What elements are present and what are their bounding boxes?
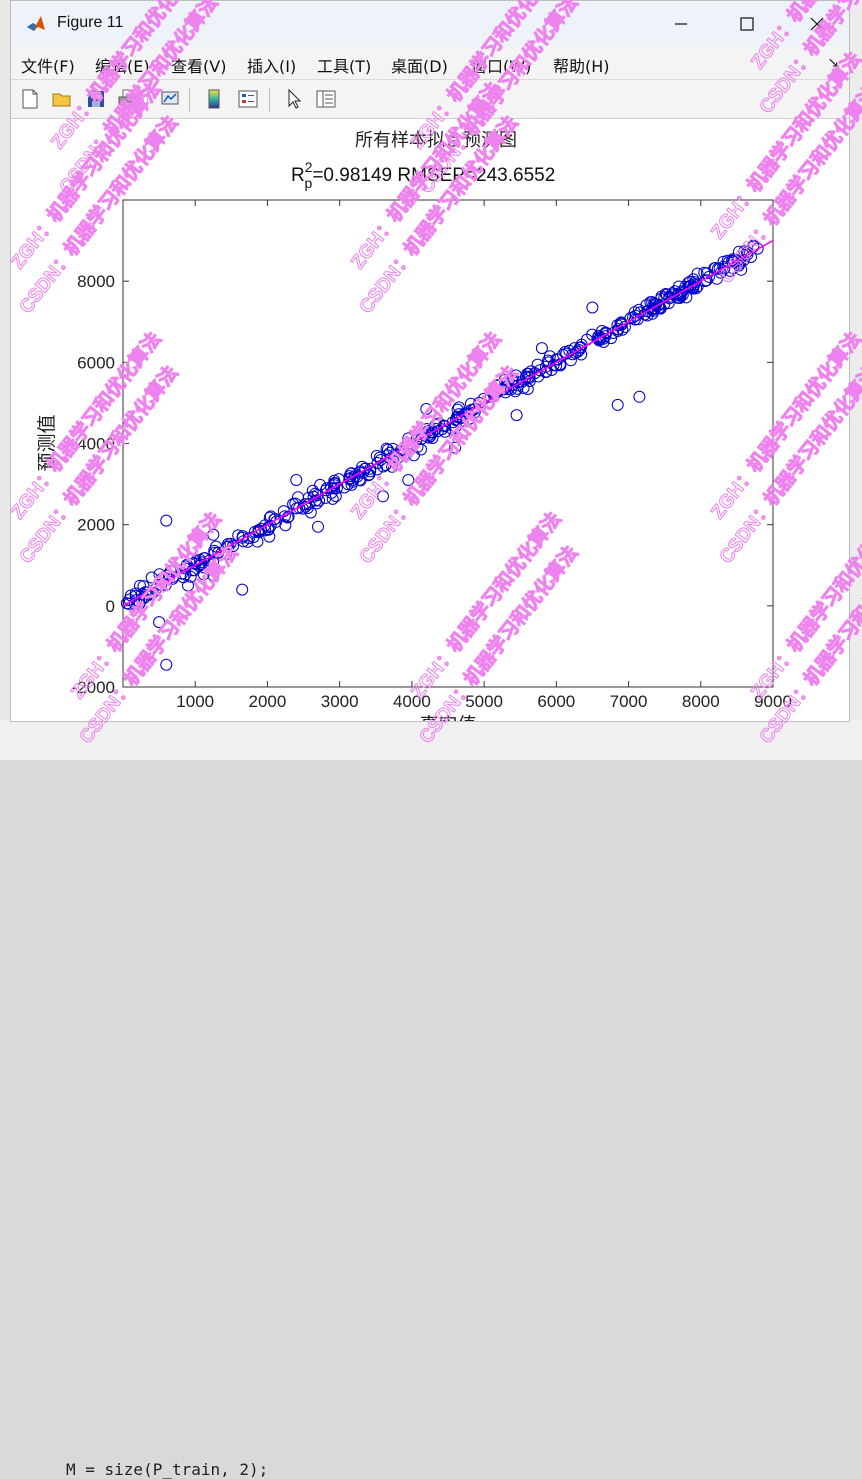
plot-area	[122, 199, 774, 688]
x-tick-label: 9000	[754, 692, 792, 711]
x-tick-label: 3000	[321, 692, 359, 711]
y-tick-label: -2000	[72, 678, 115, 697]
y-axis-label: 预测值	[36, 414, 58, 471]
menu-tools[interactable]: 工具(T)	[317, 53, 371, 77]
background-editor-strip-right	[850, 0, 862, 760]
y-tick-label: 0	[106, 597, 115, 616]
menu-help[interactable]: 帮助(H)	[553, 53, 610, 77]
x-tick-label: 7000	[610, 692, 648, 711]
menu-view[interactable]: 查看(V)	[171, 53, 226, 77]
chart-subtitle: R2 p=0.98149 RMSEP=243.6552	[291, 159, 555, 191]
property-inspector-button[interactable]	[313, 86, 339, 112]
chart-title: 所有样本拟合预测图	[355, 130, 517, 150]
close-icon	[810, 17, 824, 31]
toolbar	[11, 80, 849, 119]
x-tick-label: 6000	[537, 692, 575, 711]
figure-canvas: 所有样本拟合预测图 R2 p=0.98149 RMSEP=243.6552 100…	[11, 119, 849, 722]
insert-legend-icon	[238, 90, 258, 108]
x-tick-label: 8000	[682, 692, 720, 711]
window-title: Figure 11	[57, 14, 124, 31]
maximize-icon	[740, 17, 754, 31]
x-tick-label: 5000	[465, 692, 503, 711]
property-inspector-icon	[316, 90, 336, 108]
minimize-icon	[675, 23, 687, 25]
y-tick-label: 6000	[77, 353, 115, 372]
open-button[interactable]	[49, 86, 75, 112]
y-tick-label: 4000	[77, 435, 115, 454]
save-button[interactable]	[83, 86, 109, 112]
background-editor-area: M = size(P_train, 2);	[0, 720, 862, 1479]
link-plot-button[interactable]	[157, 86, 183, 112]
maximize-button[interactable]	[727, 9, 767, 39]
new-figure-icon	[22, 89, 38, 109]
open-icon	[52, 93, 71, 107]
x-tick-label: 1000	[176, 692, 214, 711]
menu-file[interactable]: 文件(F)	[21, 53, 75, 77]
matlab-logo-icon	[27, 16, 45, 31]
link-plot-icon	[161, 91, 179, 105]
y-tick-label: 2000	[77, 516, 115, 535]
new-figure-button[interactable]	[17, 86, 43, 112]
menu-insert[interactable]: 插入(I)	[247, 53, 296, 77]
print-icon	[118, 89, 138, 109]
insert-colorbar-button[interactable]	[201, 86, 227, 112]
x-axis-label: 真实值	[419, 714, 476, 722]
close-button[interactable]	[797, 9, 837, 39]
save-icon	[88, 91, 104, 107]
insert-legend-button[interactable]	[235, 86, 261, 112]
y-tick-label: 8000	[77, 272, 115, 291]
menu-edit[interactable]: 编辑(E)	[95, 53, 150, 77]
dock-arrow-icon[interactable]: ↘	[827, 55, 839, 71]
figure-window: Figure 11 文件(F) 编辑(E) 查看(V) 插入(I) 工具(T) …	[10, 0, 850, 722]
pointer-button[interactable]	[281, 86, 307, 112]
pointer-icon	[288, 88, 302, 109]
print-button[interactable]	[115, 86, 141, 112]
menu-bar: 文件(F) 编辑(E) 查看(V) 插入(I) 工具(T) 桌面(D) 窗口(W…	[11, 47, 849, 80]
title-bar[interactable]: Figure 11	[11, 1, 849, 47]
scatter-chart[interactable]: 所有样本拟合预测图 R2 p=0.98149 RMSEP=243.6552 100…	[11, 119, 849, 722]
x-tick-label: 4000	[393, 692, 431, 711]
x-tick-label: 2000	[249, 692, 287, 711]
menu-window[interactable]: 窗口(W)	[471, 53, 531, 77]
menu-desktop[interactable]: 桌面(D)	[391, 53, 448, 77]
insert-colorbar-icon	[208, 89, 220, 109]
background-code-line: M = size(P_train, 2);	[66, 1460, 269, 1479]
minimize-button[interactable]	[661, 9, 701, 39]
